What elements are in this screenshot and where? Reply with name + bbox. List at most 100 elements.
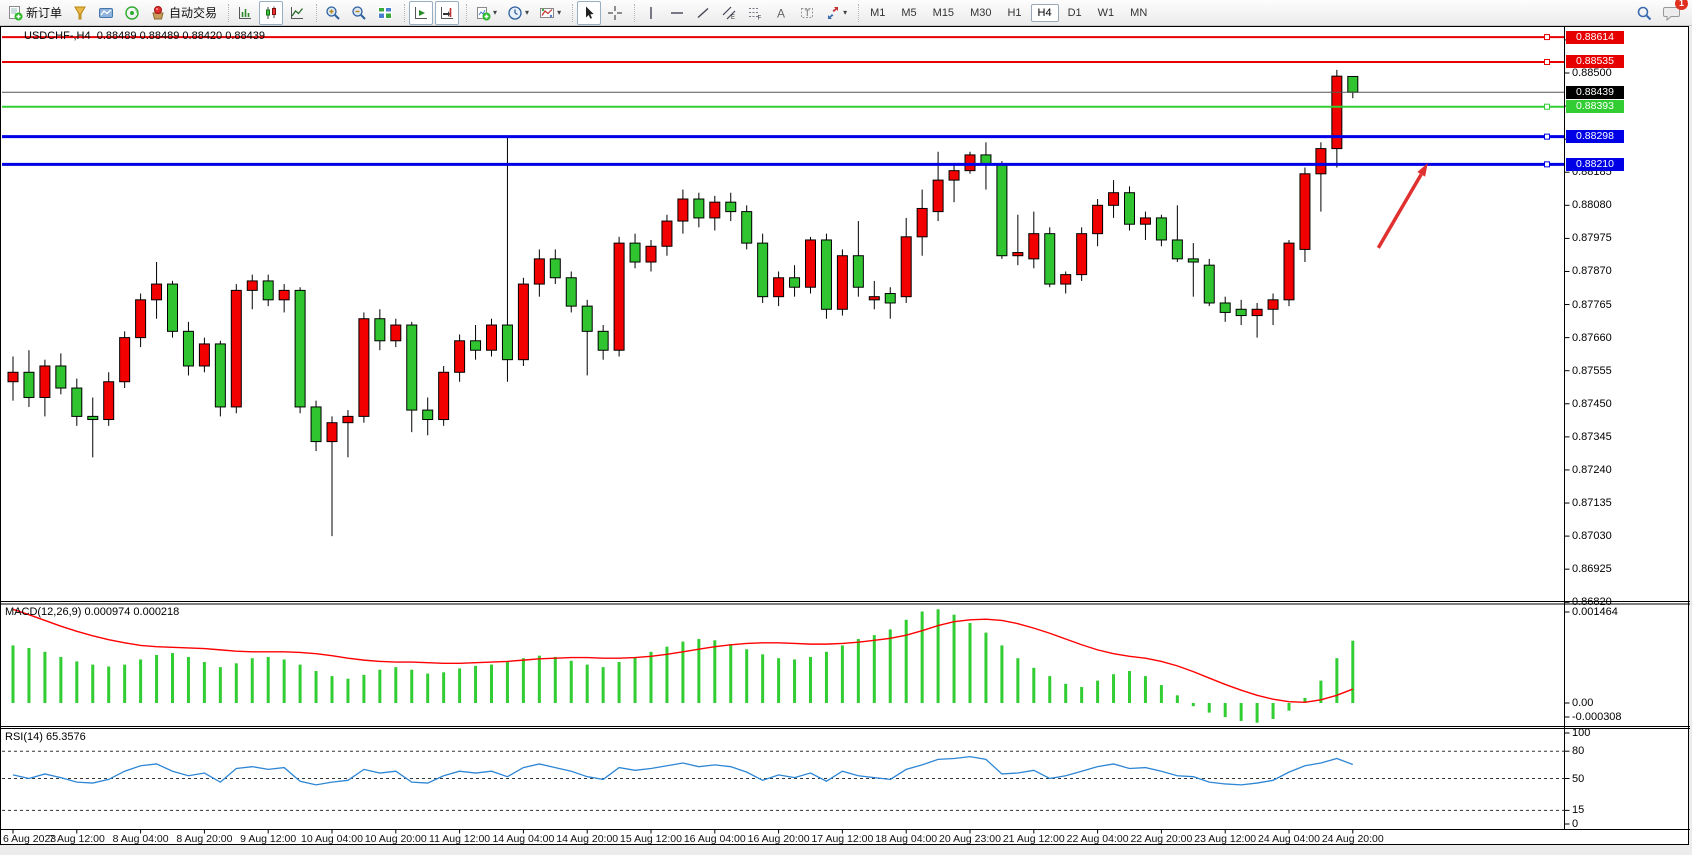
rsi-axis-label: 80 — [1572, 745, 1584, 757]
time-axis-label: 10 Aug 04:00 — [298, 833, 366, 845]
auto-scroll-button[interactable] — [409, 1, 433, 25]
tile-windows-button[interactable] — [373, 1, 397, 25]
hline-handle[interactable] — [1545, 104, 1550, 109]
macd-histogram-bar — [75, 661, 78, 703]
chart-shift-button[interactable] — [435, 1, 459, 25]
candle — [1220, 303, 1230, 312]
tf-mn-button[interactable]: MN — [1123, 4, 1154, 22]
bar-chart-button[interactable] — [233, 1, 257, 25]
price-tick-label: 0.87660 — [1572, 332, 1612, 344]
price-tick-label: 0.87870 — [1572, 265, 1612, 277]
fibonacci-button[interactable]: F — [743, 1, 767, 25]
macd-histogram-bar — [681, 642, 684, 703]
time-axis-label: 17 Aug 12:00 — [808, 833, 876, 845]
tf-d1-button[interactable]: D1 — [1061, 4, 1089, 22]
templates-icon — [539, 5, 555, 21]
tile-windows-icon — [377, 5, 393, 21]
line-chart-button[interactable] — [285, 1, 309, 25]
candle — [1204, 265, 1214, 303]
tf-m15-button[interactable]: M15 — [926, 4, 961, 22]
search-icon — [1636, 5, 1653, 22]
time-axis-label: 15 Aug 12:00 — [617, 833, 685, 845]
tf-h4-button[interactable]: H4 — [1031, 4, 1059, 22]
trendline-button[interactable] — [691, 1, 715, 25]
text-button[interactable]: A — [769, 1, 793, 25]
candle — [359, 319, 369, 417]
styles-button[interactable] — [68, 1, 92, 25]
search-button[interactable] — [1632, 1, 1657, 25]
arrows-button[interactable]: ▾ — [821, 1, 851, 25]
tf-w1-button[interactable]: W1 — [1091, 4, 1122, 22]
text-label-button[interactable]: T — [795, 1, 819, 25]
candlestick-chart-button[interactable] — [259, 1, 283, 25]
macd-histogram-bar — [1144, 676, 1147, 703]
macd-histogram-bar — [777, 658, 780, 703]
macd-histogram-bar — [905, 620, 908, 703]
zoom-in-button[interactable] — [321, 1, 345, 25]
notification-badge: 1 — [1675, 0, 1688, 10]
tf-m30-button[interactable]: M30 — [963, 4, 998, 22]
candle — [869, 297, 879, 300]
macd-histogram-bar — [139, 659, 142, 703]
candle — [598, 331, 608, 350]
cursor-button[interactable] — [577, 1, 601, 25]
candle — [534, 259, 544, 284]
macd-axis-label: 0.001464 — [1572, 606, 1618, 618]
candle — [1252, 309, 1262, 315]
macd-histogram-bar — [59, 657, 62, 703]
templates-button[interactable]: ▾ — [535, 1, 565, 25]
tf-h1-button[interactable]: H1 — [1000, 4, 1028, 22]
macd-histogram-bar — [1128, 671, 1131, 703]
macd-histogram-bar — [1176, 695, 1179, 703]
arrows-icon — [825, 5, 841, 21]
signals-button[interactable] — [120, 1, 144, 25]
equidistant-channel-button[interactable]: E — [717, 1, 741, 25]
macd-histogram-bar — [745, 649, 748, 703]
equidistant-channel-icon: E — [721, 5, 737, 21]
macd-histogram-bar — [825, 652, 828, 703]
tf-m5-button[interactable]: M5 — [894, 4, 923, 22]
candle — [24, 372, 34, 397]
toolbar-separator — [310, 4, 317, 22]
hline-handle[interactable] — [1545, 35, 1550, 40]
candle — [806, 240, 816, 287]
macd-histogram-bar — [634, 657, 637, 703]
horizontal-line-button[interactable] — [665, 1, 689, 25]
candle — [183, 331, 193, 366]
indicators-button[interactable]: ▾ — [471, 1, 501, 25]
charts-button[interactable] — [94, 1, 118, 25]
zoom-out-button[interactable] — [347, 1, 371, 25]
zoom-out-icon — [351, 5, 367, 21]
candle — [327, 423, 337, 442]
macd-histogram-bar — [43, 652, 46, 703]
toolbar-separator — [566, 4, 573, 22]
hline-handle[interactable] — [1545, 162, 1550, 167]
rsi-axis-label: 50 — [1572, 773, 1584, 785]
candle — [1316, 149, 1326, 174]
hline-handle[interactable] — [1545, 134, 1550, 139]
time-axis-label: 24 Aug 04:00 — [1255, 833, 1323, 845]
periods-button[interactable]: ▾ — [503, 1, 533, 25]
auto-trading-button[interactable]: 自动交易 — [146, 1, 221, 25]
chart-window-border — [1, 27, 1689, 845]
notifications-button[interactable]: 1 — [1659, 1, 1685, 25]
candle — [821, 240, 831, 309]
chart-shift-icon — [439, 5, 455, 21]
macd-histogram-bar — [91, 665, 94, 703]
candle — [375, 319, 385, 341]
vertical-line-button[interactable] — [639, 1, 663, 25]
cursor-icon — [581, 5, 597, 21]
macd-histogram-bar — [27, 648, 30, 703]
toolbar-separator — [222, 4, 229, 22]
time-axis-label: 11 Aug 12:00 — [426, 833, 494, 845]
macd-histogram-bar — [554, 657, 557, 703]
candle — [758, 243, 768, 297]
macd-histogram-bar — [921, 611, 924, 703]
hline-handle[interactable] — [1545, 59, 1550, 64]
chart-canvas[interactable] — [0, 0, 1692, 855]
macd-histogram-bar — [346, 679, 349, 703]
tf-m1-button[interactable]: M1 — [863, 4, 892, 22]
crosshair-button[interactable] — [603, 1, 627, 25]
new-order-button[interactable]: 新订单 — [3, 1, 66, 25]
time-axis-label: 14 Aug 20:00 — [553, 833, 621, 845]
